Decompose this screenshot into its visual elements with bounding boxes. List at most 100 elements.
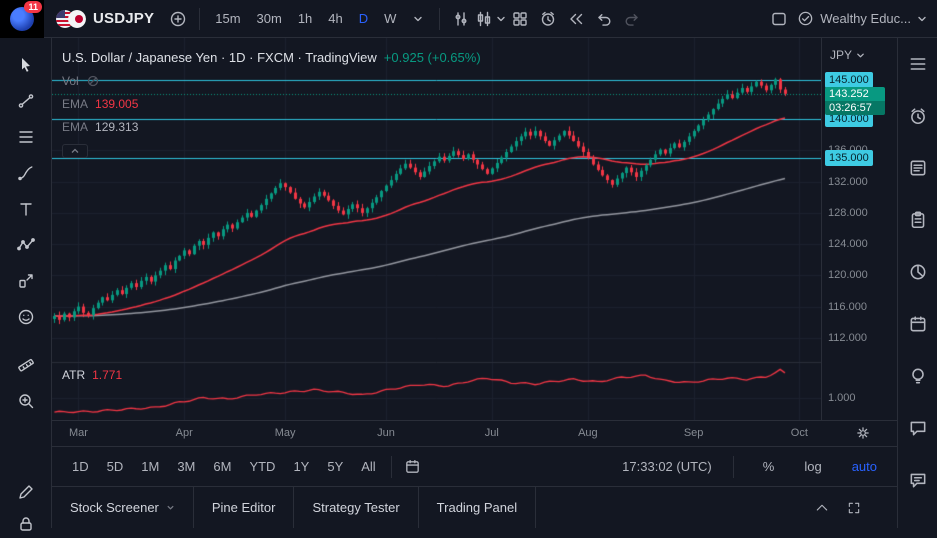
price-axis-label: 132.000 <box>828 174 868 190</box>
help-chat-icon[interactable] <box>906 468 930 492</box>
multichart-layout-icon[interactable] <box>506 5 534 33</box>
lock-tool-icon[interactable] <box>12 510 40 538</box>
symbol-add-button[interactable] <box>164 5 192 33</box>
price-axis-label: 120.000 <box>828 267 868 283</box>
fib-retracement-tool-icon[interactable] <box>12 123 40 151</box>
forecast-tool-icon[interactable] <box>12 267 40 295</box>
price-axis-label: 124.000 <box>828 236 868 252</box>
time-axis-month: Mar <box>64 427 92 439</box>
legend-change: +0.925 (+0.65%) <box>384 50 481 65</box>
chart-style-button[interactable] <box>475 5 506 33</box>
range-5d[interactable]: 5D <box>99 456 132 477</box>
time-axis-month: Sep <box>680 427 708 439</box>
atr-label: ATR <box>62 368 85 382</box>
volume-label: Vol <box>62 74 79 88</box>
tab-trading-panel[interactable]: Trading Panel <box>419 487 536 528</box>
emoji-tool-icon[interactable] <box>12 303 40 331</box>
cursor-tool-icon[interactable] <box>12 51 40 79</box>
price-axis-label: 128.000 <box>828 205 868 221</box>
range-ytd[interactable]: YTD <box>241 456 283 477</box>
xabcd-pattern-tool-icon[interactable] <box>12 231 40 259</box>
range-1d[interactable]: 1D <box>64 456 97 477</box>
time-axis-month: May <box>271 427 299 439</box>
bar-replay-icon[interactable] <box>562 5 590 33</box>
tab-stock-screener[interactable]: Stock Screener <box>52 487 194 528</box>
alerts-clock-icon[interactable] <box>906 104 930 128</box>
utc-clock[interactable]: 17:33:02 (UTC) <box>622 459 712 474</box>
symbol-name: USDJPY <box>93 10 154 27</box>
interval-15m[interactable]: 15m <box>207 7 248 30</box>
bar-countdown: 03:26:57 <box>825 101 885 115</box>
range-1y[interactable]: 1Y <box>285 456 317 477</box>
ema-fast-label: EMA <box>62 97 88 111</box>
currency-selector[interactable]: JPY <box>830 48 865 62</box>
zoom-in-tool-icon[interactable] <box>12 387 40 415</box>
time-axis[interactable]: MarAprMayJunJulAugSepOct <box>52 420 897 446</box>
legend-symbol-row[interactable]: U.S. Dollar / Japanese Yen · 1D · FXCM ·… <box>62 46 481 69</box>
symbol-switcher[interactable]: USDJPY <box>44 0 164 38</box>
interval-group: 15m30m1h4hDW <box>207 7 404 30</box>
atr-axis-label: 1.000 <box>828 390 856 406</box>
range-5y[interactable]: 5Y <box>319 456 351 477</box>
atr-value: 1.771 <box>92 368 122 382</box>
interval-4h[interactable]: 4h <box>320 7 350 30</box>
measure-ruler-tool-icon[interactable] <box>12 351 40 379</box>
logo[interactable]: 11 <box>0 0 44 38</box>
drawing-toolbar <box>0 38 52 528</box>
right-sidebar <box>897 38 937 528</box>
indicators-icon[interactable] <box>447 5 475 33</box>
ema-slow-value: 129.313 <box>95 120 138 134</box>
price-axis[interactable]: JPY 136.000132.000128.000124.000120.0001… <box>821 38 897 446</box>
pencil-tool-icon[interactable] <box>12 478 40 506</box>
interval-D[interactable]: D <box>351 7 376 30</box>
price-axis-label: 116.000 <box>828 299 867 315</box>
time-axis-month: Aug <box>574 427 602 439</box>
cloud-check-icon <box>797 10 814 27</box>
go-to-date-icon[interactable] <box>399 453 427 481</box>
legend-ema-slow-row[interactable]: EMA 129.313 <box>62 115 481 138</box>
header-toolbar: 11 USDJPY 15m30m1h4hDW <box>0 0 937 38</box>
undo-icon[interactable] <box>590 5 618 33</box>
atr-legend[interactable]: ATR 1.771 <box>62 368 122 382</box>
range-all[interactable]: All <box>353 456 383 477</box>
legend-volume-row[interactable]: Vol <box>62 69 481 92</box>
trend-line-tool-icon[interactable] <box>12 87 40 115</box>
level-price-label: 145.000 <box>825 72 873 88</box>
interval-W[interactable]: W <box>376 7 404 30</box>
data-window-icon[interactable] <box>906 208 930 232</box>
log-scale-button[interactable]: log <box>796 456 829 477</box>
range-1m[interactable]: 1M <box>133 456 167 477</box>
time-axis-month: Jul <box>478 427 506 439</box>
news-icon[interactable] <box>906 156 930 180</box>
alert-clock-icon[interactable] <box>534 5 562 33</box>
redo-icon[interactable] <box>618 5 646 33</box>
text-tool-icon[interactable] <box>12 195 40 223</box>
auto-scale-button[interactable]: auto <box>844 456 885 477</box>
save-layout-icon[interactable] <box>765 5 793 33</box>
brush-tool-icon[interactable] <box>12 159 40 187</box>
layout-name-label: Wealthy Educ... <box>820 11 911 26</box>
interval-1h[interactable]: 1h <box>290 7 320 30</box>
chat-icon[interactable] <box>906 416 930 440</box>
layout-menu[interactable]: Wealthy Educ... <box>793 10 937 27</box>
gear-icon[interactable] <box>855 425 871 441</box>
ideas-bulb-icon[interactable] <box>906 364 930 388</box>
interval-30m[interactable]: 30m <box>249 7 290 30</box>
chart-region: U.S. Dollar / Japanese Yen · 1D · FXCM ·… <box>52 38 897 528</box>
range-6m[interactable]: 6M <box>205 456 239 477</box>
eye-off-icon[interactable] <box>86 74 100 88</box>
hotlists-icon[interactable] <box>906 260 930 284</box>
time-axis-month: Jun <box>372 427 400 439</box>
calendar-icon[interactable] <box>906 312 930 336</box>
legend-collapse-icon[interactable] <box>62 144 88 158</box>
watchlist-icon[interactable] <box>906 52 930 76</box>
panel-collapse-icon[interactable] <box>815 501 829 515</box>
range-3m[interactable]: 3M <box>169 456 203 477</box>
legend-ema-fast-row[interactable]: EMA 139.005 <box>62 92 481 115</box>
tab-strategy-tester[interactable]: Strategy Tester <box>294 487 418 528</box>
interval-dropdown[interactable] <box>404 5 432 33</box>
maximize-panel-icon[interactable] <box>847 501 861 515</box>
percent-scale-button[interactable]: % <box>755 456 783 477</box>
tab-pine-editor[interactable]: Pine Editor <box>194 487 295 528</box>
last-price-label: 143.25203:26:57 <box>825 87 885 115</box>
